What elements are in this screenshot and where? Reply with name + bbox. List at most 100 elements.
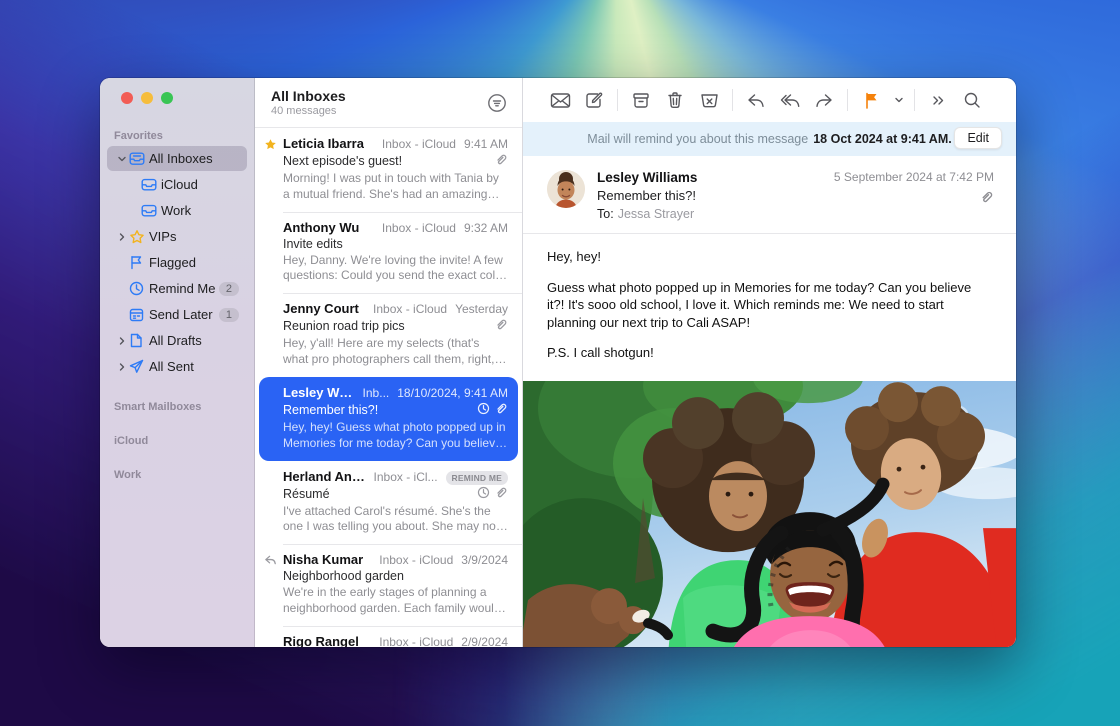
reminder-banner: Mail will remind you about this message … <box>523 122 1016 156</box>
reminder-clock-icon <box>477 486 490 502</box>
sidebar-item-label: All Drafts <box>149 333 239 348</box>
sender-avatar[interactable] <box>547 170 585 208</box>
subject: Neighborhood garden <box>283 569 404 583</box>
sidebar-item-label: All Sent <box>149 359 239 374</box>
message-list-header: All Inboxes 40 messages <box>255 78 522 127</box>
message-row[interactable]: Rigo Rangel Inbox - iCloud2/9/2024 Las V… <box>255 626 522 647</box>
trash-icon[interactable] <box>658 86 692 114</box>
chevron-right-icon[interactable] <box>117 362 129 372</box>
mailbox-label: Inb... <box>363 386 390 400</box>
message-count: 40 messages <box>271 105 346 117</box>
mailbox-label: Inbox - iCloud <box>382 221 456 235</box>
junk-icon[interactable] <box>692 86 726 114</box>
sidebar-item-vips[interactable]: VIPs <box>107 224 247 249</box>
message-date: 2/9/2024 <box>461 635 508 647</box>
sidebar: Favorites All Inboxes iCloud Work VIPs <box>100 78 255 647</box>
reminder-clock-icon <box>477 402 490 418</box>
more-chevrons-icon[interactable] <box>921 86 955 114</box>
subject: Next episode's guest! <box>283 154 402 168</box>
body-paragraph: P.S. I call shotgun! <box>547 344 992 362</box>
sender: Jenny Court <box>283 301 359 316</box>
reminder-text: Mail will remind you about this message <box>587 132 808 146</box>
smart-mailboxes-header[interactable]: Smart Mailboxes <box>114 401 242 413</box>
sidebar-item-label: VIPs <box>149 229 239 244</box>
zoom-window-button[interactable] <box>161 92 173 104</box>
flag-icon <box>129 255 149 270</box>
edit-reminder-button[interactable]: Edit <box>954 127 1002 149</box>
sidebar-item-icloud-inbox[interactable]: iCloud <box>107 172 247 197</box>
desktop-wallpaper: Favorites All Inboxes iCloud Work VIPs <box>0 0 1120 726</box>
icloud-section-header[interactable]: iCloud <box>114 435 242 447</box>
flag-icon[interactable] <box>854 86 888 114</box>
document-icon <box>129 333 149 348</box>
chevron-right-icon[interactable] <box>117 336 129 346</box>
inbox-tray-icon <box>141 203 161 218</box>
get-mail-icon[interactable] <box>543 86 577 114</box>
sender: Nisha Kumar <box>283 552 363 567</box>
chevron-down-icon[interactable] <box>117 154 129 164</box>
sidebar-item-all-drafts[interactable]: All Drafts <box>107 328 247 353</box>
subject: Remember this?! <box>283 403 378 417</box>
sidebar-item-all-sent[interactable]: All Sent <box>107 354 247 379</box>
minimize-window-button[interactable] <box>141 92 153 104</box>
reminder-datetime: 18 Oct 2024 at 9:41 AM. <box>813 132 952 146</box>
search-icon[interactable] <box>955 86 989 114</box>
message-row[interactable]: Jenny Court Inbox - iCloudYesterday Reun… <box>255 293 522 377</box>
forward-icon[interactable] <box>807 86 841 114</box>
sidebar-item-flagged[interactable]: Flagged <box>107 250 247 275</box>
recipient[interactable]: Jessa Strayer <box>618 207 694 221</box>
subject: Invite edits <box>283 237 343 251</box>
sidebar-item-send-later[interactable]: Send Later 1 <box>107 302 247 327</box>
message-date: 3/9/2024 <box>461 553 508 567</box>
window-controls <box>100 92 254 104</box>
sidebar-item-work-inbox[interactable]: Work <box>107 198 247 223</box>
preview-text: I've attached Carol's résumé. She's the … <box>283 504 508 536</box>
filter-circle-icon[interactable] <box>486 88 508 119</box>
mailbox-label: Inbox - iCloud <box>373 302 447 316</box>
sender: Herland Antezana <box>283 469 366 484</box>
mail-window: Favorites All Inboxes iCloud Work VIPs <box>100 78 1016 647</box>
chevron-right-icon[interactable] <box>117 232 129 242</box>
body-paragraph: Guess what photo popped up in Memories f… <box>547 279 992 332</box>
sidebar-item-all-inboxes[interactable]: All Inboxes <box>107 146 247 171</box>
compose-icon[interactable] <box>577 86 611 114</box>
message-date: 5 September 2024 at 7:42 PM <box>834 170 994 184</box>
archive-icon[interactable] <box>624 86 658 114</box>
unread-count-badge: 2 <box>219 282 239 296</box>
message-row-selected[interactable]: Lesley Will... Inb...18/10/2024, 9:41 AM… <box>259 377 518 461</box>
paperclip-icon[interactable] <box>980 190 994 207</box>
flag-chevron-icon[interactable] <box>890 86 908 114</box>
message-pane: Mail will remind you about this message … <box>523 78 1016 647</box>
sidebar-item-label: iCloud <box>161 177 239 192</box>
reply-all-icon[interactable] <box>773 86 807 114</box>
sidebar-item-label: Flagged <box>149 255 239 270</box>
message-header: Lesley Williams Remember this?! To:Jessa… <box>523 156 1016 234</box>
message-rows: Leticia Ibarra Inbox - iCloud9:41 AM Nex… <box>255 127 522 647</box>
message-row[interactable]: Nisha Kumar Inbox - iCloud3/9/2024 Neigh… <box>255 544 522 626</box>
sidebar-item-remind-me[interactable]: Remind Me 2 <box>107 276 247 301</box>
message-row[interactable]: Herland Antezana Inbox - iCl...REMIND ME… <box>255 461 522 545</box>
message-sender: Lesley Williams <box>597 170 834 185</box>
work-section-header[interactable]: Work <box>114 469 242 481</box>
toolbar <box>523 78 1016 122</box>
clock-icon <box>129 281 149 296</box>
preview-text: Hey, hey! Guess what photo popped up in … <box>283 420 508 452</box>
reply-icon[interactable] <box>739 86 773 114</box>
message-list: All Inboxes 40 messages Leticia Ibarra I… <box>255 78 523 647</box>
mailbox-label: Inbox - iCloud <box>379 635 453 647</box>
to-label: To: <box>597 207 614 221</box>
close-window-button[interactable] <box>121 92 133 104</box>
remind-me-badge: REMIND ME <box>446 471 508 485</box>
message-row[interactable]: Anthony Wu Inbox - iCloud9:32 AM Invite … <box>255 212 522 294</box>
message-date: 9:32 AM <box>464 221 508 235</box>
message-date: 18/10/2024, 9:41 AM <box>397 386 508 400</box>
attachment-photo[interactable] <box>523 381 1016 647</box>
sidebar-item-label: Work <box>161 203 239 218</box>
star-icon <box>264 138 277 156</box>
sidebar-item-label: All Inboxes <box>149 151 239 166</box>
body-paragraph: Hey, hey! <box>547 248 992 266</box>
paper-plane-icon <box>129 359 149 374</box>
all-inboxes-tray-icon <box>129 151 149 166</box>
message-row[interactable]: Leticia Ibarra Inbox - iCloud9:41 AM Nex… <box>255 128 522 212</box>
sidebar-item-label: Remind Me <box>149 281 219 296</box>
